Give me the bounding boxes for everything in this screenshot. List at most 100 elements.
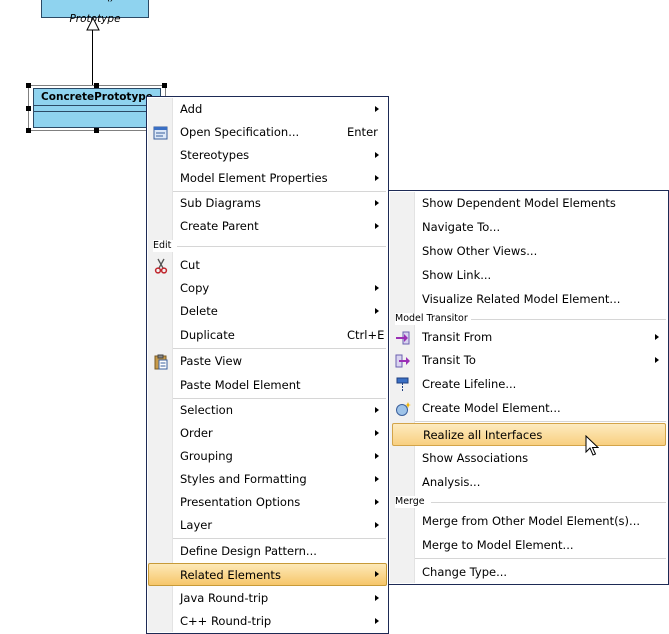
menu-item-label: Show Associations — [422, 451, 529, 465]
submenu-arrow-icon — [375, 407, 379, 413]
menu-item-stereotypes[interactable]: Stereotypes — [148, 144, 387, 167]
menu-item-label: Java Round-trip — [180, 591, 269, 605]
menu-separator — [415, 558, 666, 559]
menu-item-define-design-pattern[interactable]: Define Design Pattern... — [148, 540, 387, 563]
submenu-item-merge-to-model-element[interactable]: Merge to Model Element... — [390, 534, 667, 557]
parent-operation-text: +Clone() : Prototype — [68, 0, 122, 25]
group-label-edit: Edit — [153, 240, 175, 252]
group-separator — [469, 319, 666, 320]
menu-item-add[interactable]: Add — [148, 98, 387, 121]
menu-item-label: Stereotypes — [180, 148, 250, 162]
menu-separator — [173, 538, 386, 539]
menu-item-label: Presentation Options — [180, 495, 301, 509]
menu-item-label: Open Specification... — [180, 125, 300, 139]
context-menu: Add Open Specification... Enter Stereoty… — [146, 96, 389, 634]
class-name-label: ConcretePrototype — [41, 91, 153, 103]
menu-item-label: Show Other Views... — [422, 244, 538, 258]
menu-item-open-specification[interactable]: Open Specification... Enter — [148, 121, 387, 144]
menu-item-duplicate[interactable]: Duplicate Ctrl+E — [148, 324, 387, 347]
submenu-arrow-icon — [375, 308, 379, 314]
submenu-arrow-icon — [375, 285, 379, 291]
resize-handle[interactable] — [94, 83, 99, 88]
menu-item-styles-and-formatting[interactable]: Styles and Formatting — [148, 468, 387, 491]
menu-item-cut[interactable]: Cut — [148, 254, 387, 277]
submenu-item-show-associations[interactable]: Show Associations — [390, 447, 667, 470]
menu-item-label: Layer — [180, 518, 213, 532]
menu-item-selection[interactable]: Selection — [148, 399, 387, 422]
submenu-item-create-model-element[interactable]: Create Model Element... — [390, 397, 667, 420]
menu-item-presentation-options[interactable]: Presentation Options — [148, 491, 387, 514]
menu-item-paste-view[interactable]: Paste View — [148, 350, 387, 373]
submenu-item-change-type[interactable]: Change Type... — [390, 561, 667, 584]
submenu-item-transit-from[interactable]: Transit From — [390, 326, 667, 349]
submenu-arrow-icon — [375, 522, 379, 528]
menu-item-label: Merge to Model Element... — [422, 538, 574, 552]
menu-item-delete[interactable]: Delete — [148, 300, 387, 323]
menu-item-shortcut: Enter — [347, 125, 378, 139]
submenu-item-show-other-views[interactable]: Show Other Views... — [390, 240, 667, 263]
submenu-arrow-icon — [375, 106, 379, 112]
menu-item-label: Define Design Pattern... — [180, 544, 317, 558]
related-elements-submenu: Show Dependent Model Elements Navigate T… — [388, 190, 669, 585]
menu-item-label: C++ Round-trip — [180, 614, 272, 628]
submenu-arrow-icon — [375, 453, 379, 459]
group-label-model-transitor: Model Transitor — [395, 313, 471, 325]
resize-handle[interactable] — [26, 128, 31, 133]
submenu-arrow-icon — [375, 223, 379, 229]
transit-from-icon — [396, 331, 410, 345]
submenu-arrow-icon — [375, 175, 379, 181]
menu-item-label: Transit From — [422, 330, 493, 344]
submenu-arrow-icon — [375, 476, 379, 482]
menu-item-model-element-properties[interactable]: Model Element Properties — [148, 167, 387, 190]
resize-handle[interactable] — [162, 83, 167, 88]
submenu-item-show-dependent-model-elements[interactable]: Show Dependent Model Elements — [390, 192, 667, 215]
submenu-item-visualize-related-model-element[interactable]: Visualize Related Model Element... — [390, 288, 667, 311]
submenu-arrow-icon — [375, 499, 379, 505]
menu-item-label: Paste Model Element — [180, 378, 301, 392]
submenu-arrow-icon — [375, 200, 379, 206]
menu-item-label: Add — [180, 102, 203, 116]
menu-item-order[interactable]: Order — [148, 422, 387, 445]
specification-icon — [153, 126, 168, 140]
menu-item-label: Analysis... — [422, 475, 481, 489]
menu-item-create-parent[interactable]: Create Parent — [148, 215, 387, 238]
menu-item-java-round-trip[interactable]: Java Round-trip — [148, 587, 387, 610]
resize-handle[interactable] — [26, 83, 31, 88]
submenu-item-analysis[interactable]: Analysis... — [390, 471, 667, 494]
parent-class-box[interactable]: +Clone() : Prototype — [41, 0, 149, 25]
clipboard-icon — [154, 354, 168, 370]
menu-item-copy[interactable]: Copy — [148, 277, 387, 300]
lifeline-icon — [396, 377, 409, 392]
resize-handle[interactable] — [94, 128, 99, 133]
menu-item-label: Merge from Other Model Element(s)... — [422, 514, 641, 528]
menu-item-layer[interactable]: Layer — [148, 514, 387, 537]
generalization-arrowhead — [86, 17, 100, 31]
menu-item-label: Navigate To... — [422, 220, 501, 234]
resize-handle[interactable] — [26, 106, 31, 111]
menu-item-grouping[interactable]: Grouping — [148, 445, 387, 468]
submenu-arrow-icon — [375, 595, 379, 601]
menu-item-label: Show Link... — [422, 268, 492, 282]
menu-item-label: Create Lifeline... — [422, 377, 517, 391]
submenu-arrow-icon — [375, 571, 379, 577]
submenu-arrow-icon — [655, 357, 659, 363]
menu-item-label: Copy — [180, 281, 210, 295]
submenu-item-realize-all-interfaces[interactable]: Realize all Interfaces — [392, 423, 666, 446]
concrete-prototype-class[interactable]: ConcretePrototype — [33, 88, 161, 128]
submenu-item-create-lifeline[interactable]: Create Lifeline... — [390, 373, 667, 396]
menu-item-label: Transit To — [422, 353, 476, 367]
menu-item-related-elements[interactable]: Related Elements — [148, 563, 387, 586]
menu-item-paste-model-element[interactable]: Paste Model Element — [148, 374, 387, 397]
submenu-item-merge-from-other-model-elements[interactable]: Merge from Other Model Element(s)... — [390, 510, 667, 533]
transit-to-icon — [395, 354, 410, 368]
menu-item-label: Delete — [180, 304, 218, 318]
class-compartment-divider — [34, 111, 160, 112]
submenu-item-transit-to[interactable]: Transit To — [390, 349, 667, 372]
menu-item-cpp-round-trip[interactable]: C++ Round-trip — [148, 610, 387, 633]
menu-item-label: Realize all Interfaces — [423, 428, 543, 442]
menu-item-label: Cut — [180, 258, 200, 272]
menu-item-label: Visualize Related Model Element... — [422, 292, 621, 306]
submenu-item-navigate-to[interactable]: Navigate To... — [390, 216, 667, 239]
submenu-item-show-link[interactable]: Show Link... — [390, 264, 667, 287]
menu-item-sub-diagrams[interactable]: Sub Diagrams — [148, 192, 387, 215]
